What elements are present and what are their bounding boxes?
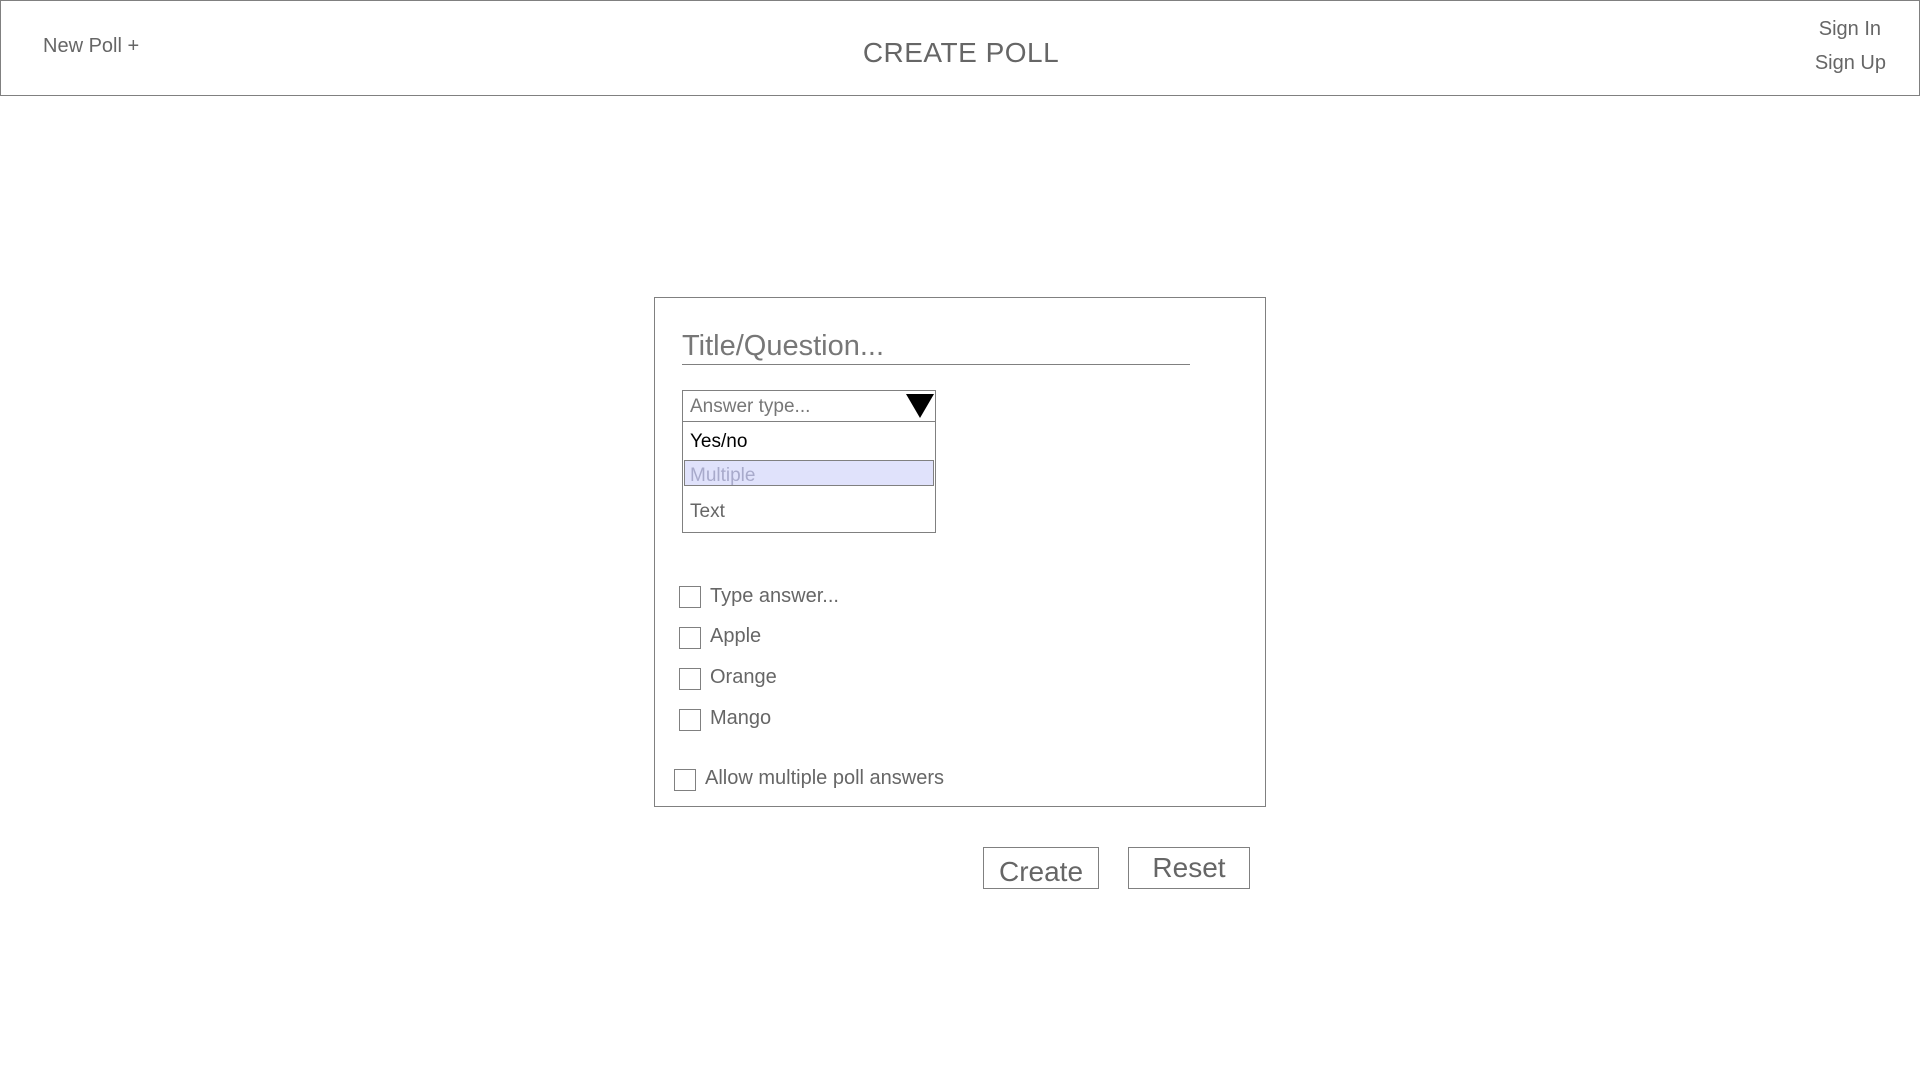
answer-type-select[interactable]: Answer type... [683, 391, 935, 422]
answer-checkbox-apple[interactable] [679, 627, 701, 649]
answer-type-dropdown: Answer type... Yes/no Multiple Text [682, 390, 936, 533]
new-answer-input[interactable] [710, 584, 910, 608]
reset-button[interactable]: Reset [1128, 847, 1250, 889]
create-poll-form: Answer type... Yes/no Multiple Text Appl… [654, 297, 1266, 807]
allow-multiple-checkbox[interactable] [674, 769, 696, 791]
answer-label-orange: Orange [710, 666, 777, 688]
triangle-down-icon[interactable] [906, 394, 934, 418]
new-answer-checkbox[interactable] [679, 586, 701, 608]
create-button[interactable]: Create [983, 847, 1099, 889]
answer-label-apple: Apple [710, 625, 762, 647]
answer-checkbox-mango[interactable] [679, 709, 701, 731]
answer-label-mango: Mango [710, 707, 772, 729]
option-multiple-highlight[interactable] [684, 460, 934, 486]
title-question-input[interactable] [682, 328, 1190, 365]
answer-type-placeholder: Answer type... [690, 396, 811, 417]
sign-in-link[interactable]: Sign In [1819, 18, 1881, 41]
top-header: New Poll + CREATE POLL Sign In Sign Up [0, 0, 1920, 96]
option-text[interactable]: Text [690, 501, 725, 523]
answer-checkbox-orange[interactable] [679, 668, 701, 690]
sign-up-link[interactable]: Sign Up [1815, 52, 1886, 75]
option-yes-no[interactable]: Yes/no [690, 431, 747, 453]
page-title: CREATE POLL [862, 37, 1060, 68]
allow-multiple-label: Allow multiple poll answers [705, 767, 944, 789]
